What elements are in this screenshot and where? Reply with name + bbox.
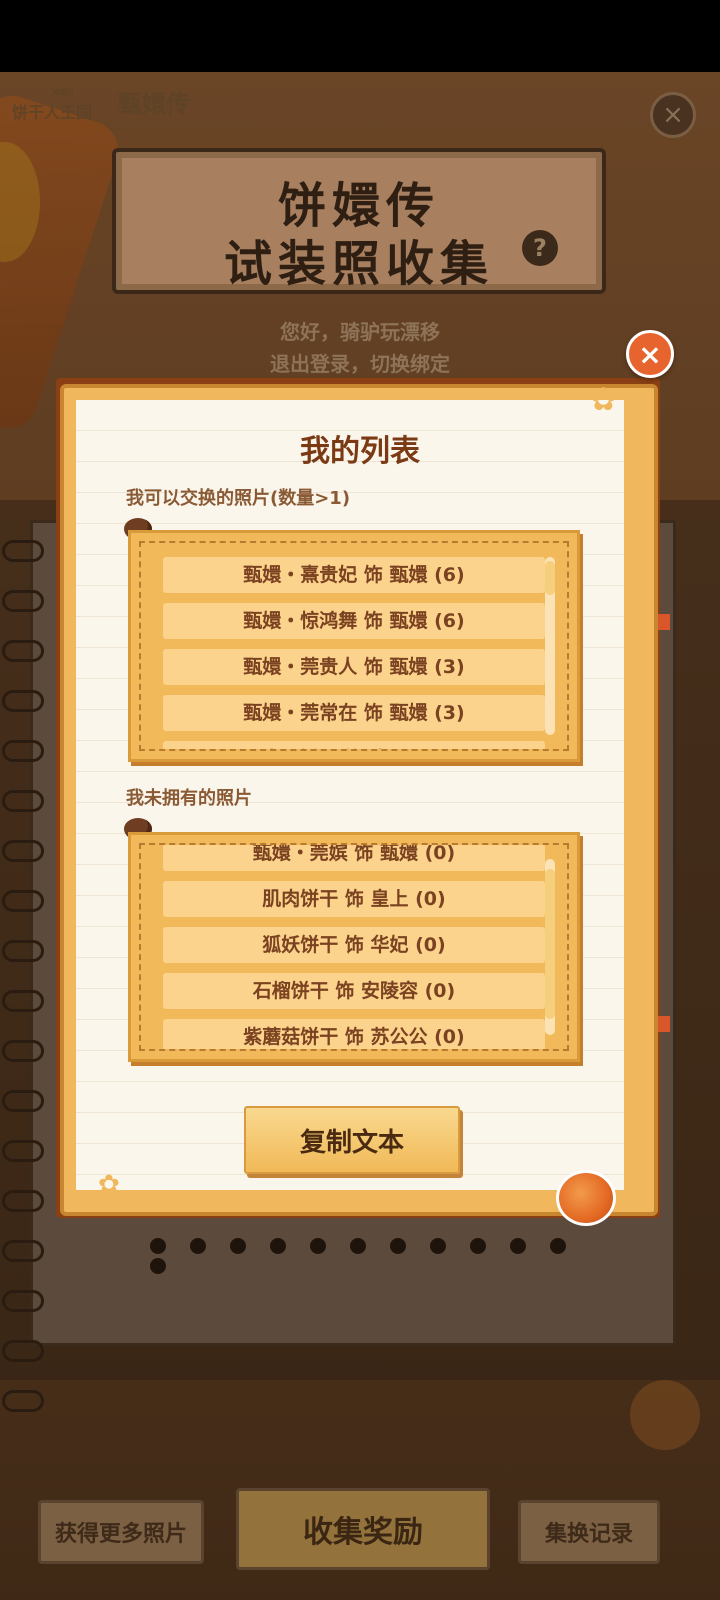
list-item: 甄嬛・莞嫔 饰 甄嬛 (0) xyxy=(163,845,545,871)
scroll-thumb[interactable] xyxy=(545,561,555,595)
tradable-list-scroll[interactable]: 甄嬛・熹贵妃 饰 甄嬛 (6) 甄嬛・惊鸿舞 饰 甄嬛 (6) 甄嬛・莞贵人 饰… xyxy=(163,557,545,749)
flower-icon xyxy=(556,1170,616,1226)
close-icon[interactable]: × xyxy=(650,92,696,138)
list-item: 甄嬛・莞常在 饰 甄嬛 (3) xyxy=(163,695,545,731)
butterfly-icon: ✿ xyxy=(98,1170,120,1200)
list-item: 狐妖饼干 饰 华妃 (0) xyxy=(163,927,545,963)
exchange-record-button[interactable]: 集换记录 xyxy=(518,1500,660,1564)
list-item: 甄嬛・莞贵人 饰 甄嬛 (3) xyxy=(163,649,545,685)
help-icon[interactable]: ? xyxy=(522,230,558,266)
notebook-holes xyxy=(150,1238,610,1274)
event-title-board: 饼嬛传 试装照收集 xyxy=(112,148,606,294)
list-item: 石榴饼干 饰 安陵容 (0) xyxy=(163,973,545,1009)
scroll-thumb[interactable] xyxy=(545,869,555,1019)
notebook-rings xyxy=(2,540,44,1412)
missing-list[interactable]: 甄嬛・莞嫔 饰 甄嬛 (0) 肌肉饼干 饰 皇上 (0) 狐妖饼干 饰 华妃 (… xyxy=(128,832,580,1062)
tradable-scrollbar[interactable] xyxy=(545,557,555,735)
butterfly-icon: ✿ xyxy=(590,380,617,418)
game-logo: 冲呀! 饼干人王国 xyxy=(12,89,93,122)
copy-text-button[interactable]: 复制文本 xyxy=(244,1106,460,1174)
list-item: 甄嬛・惊鸿舞 饰 甄嬛 (6) xyxy=(163,603,545,639)
flower-decoration xyxy=(630,1380,700,1450)
missing-section-label: 我未拥有的照片 xyxy=(126,788,252,809)
tradable-section-label: 我可以交换的照片(数量>1) xyxy=(126,488,351,509)
get-more-photos-button[interactable]: 获得更多照片 xyxy=(38,1500,204,1564)
greeting-text: 您好，骑驴玩漂移 xyxy=(280,320,440,344)
missing-scrollbar[interactable] xyxy=(545,859,555,1035)
status-bar xyxy=(0,0,720,72)
event-logo: 甄嬛传 xyxy=(118,89,190,118)
list-item: 紫蘑菇饼干 饰 苏公公 (0) xyxy=(163,1019,545,1049)
bottom-tab-bar: 获得更多照片 收集奖励 集换记录 xyxy=(0,1470,720,1600)
missing-list-scroll[interactable]: 甄嬛・莞嫔 饰 甄嬛 (0) 肌肉饼干 饰 皇上 (0) 狐妖饼干 饰 华妃 (… xyxy=(163,845,545,1049)
tradable-list[interactable]: 甄嬛・熹贵妃 饰 甄嬛 (6) 甄嬛・惊鸿舞 饰 甄嬛 (6) 甄嬛・莞贵人 饰… xyxy=(128,530,580,762)
list-item: 肌肉饼干 饰 皇上 (0) xyxy=(163,881,545,917)
modal-title: 我的列表 xyxy=(300,434,420,469)
list-item: 甄嬛・熹贵妃 饰 甄嬛 (6) xyxy=(163,557,545,593)
list-item: 皇上饼干 饰 皇上 (3) xyxy=(163,741,545,749)
modal-close-icon[interactable]: × xyxy=(626,330,674,378)
switch-account-link[interactable]: 退出登录，切换绑定 xyxy=(0,348,720,377)
collect-rewards-button[interactable]: 收集奖励 xyxy=(236,1488,490,1570)
